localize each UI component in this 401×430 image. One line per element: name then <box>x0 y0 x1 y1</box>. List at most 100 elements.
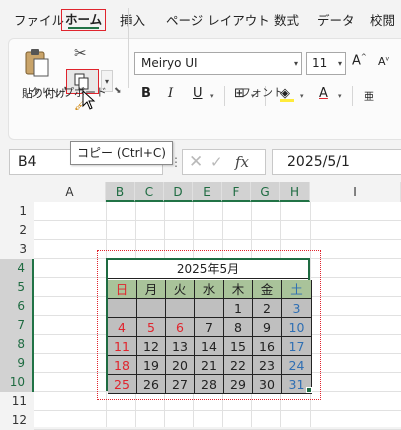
font-name-select[interactable]: Meiryo UI ▾ <box>134 52 302 75</box>
row-header-3[interactable]: 3 <box>0 240 34 259</box>
calendar-day[interactable]: 23 <box>253 356 282 375</box>
column-header-c[interactable]: C <box>135 182 164 202</box>
chevron-down-icon[interactable]: ▾ <box>210 92 214 100</box>
calendar-day[interactable]: 15 <box>224 337 253 356</box>
calendar-day[interactable]: 2 <box>253 299 282 318</box>
formula-buttons: ✕ ✓ fx <box>182 149 266 175</box>
calendar-day[interactable]: 27 <box>166 375 195 394</box>
scissors-icon[interactable]: ✂ <box>74 44 87 62</box>
check-icon[interactable]: ✓ <box>210 153 223 171</box>
weekday-header[interactable]: 日 <box>108 280 137 299</box>
clipboard-icon[interactable] <box>24 48 50 78</box>
calendar-day[interactable]: 4 <box>108 318 137 337</box>
calendar-day[interactable] <box>166 299 195 318</box>
chevron-down-icon[interactable]: ▾ <box>338 92 342 100</box>
font-grow-icon[interactable]: A^ <box>352 53 367 68</box>
row-header-10[interactable]: 10 <box>0 373 34 392</box>
row-header-12[interactable]: 12 <box>0 411 34 430</box>
tab-file[interactable]: ファイル <box>14 10 64 29</box>
column-header-f[interactable]: F <box>222 182 251 202</box>
calendar-day[interactable]: 13 <box>166 337 195 356</box>
row-header-5[interactable]: 5 <box>0 278 34 297</box>
tab-home[interactable]: ホーム <box>61 9 107 31</box>
ribbon-tabs: ファイル ホーム 挿入 ページ レイアウト 数式 データ 校閲 <box>0 0 401 38</box>
row-header-1[interactable]: 1 <box>0 202 34 221</box>
weekday-header[interactable]: 月 <box>137 280 166 299</box>
font-size-select[interactable]: 11 ▾ <box>306 52 346 75</box>
column-header-a[interactable]: A <box>34 182 106 202</box>
calendar-day[interactable]: 18 <box>108 356 137 375</box>
tab-formulas[interactable]: 数式 <box>274 10 299 29</box>
row-header-11[interactable]: 11 <box>0 392 34 411</box>
calendar-day[interactable]: 11 <box>108 337 137 356</box>
dialog-launcher-icon[interactable]: ⬊ <box>114 86 122 96</box>
calendar-day[interactable]: 9 <box>253 318 282 337</box>
calendar-day[interactable]: 30 <box>253 375 282 394</box>
weekday-header[interactable]: 金 <box>253 280 282 299</box>
calendar-day[interactable]: 5 <box>137 318 166 337</box>
calendar-day[interactable]: 24 <box>282 356 312 375</box>
row-header-4[interactable]: 4 <box>0 259 34 278</box>
column-header-e[interactable]: E <box>193 182 222 202</box>
column-header-d[interactable]: D <box>164 182 193 202</box>
row-header-7[interactable]: 7 <box>0 316 34 335</box>
weekday-header[interactable]: 火 <box>166 280 195 299</box>
row-header-6[interactable]: 6 <box>0 297 34 316</box>
function-icon[interactable]: fx <box>235 153 249 171</box>
weekday-header[interactable]: 水 <box>195 280 224 299</box>
calendar-day[interactable]: 21 <box>195 356 224 375</box>
calendar-day[interactable]: 29 <box>224 375 253 394</box>
italic-icon[interactable]: I <box>168 86 173 101</box>
weekday-header[interactable]: 木 <box>224 280 253 299</box>
column-header-h[interactable]: H <box>280 182 310 202</box>
chevron-down-icon[interactable]: ▾ <box>300 92 304 100</box>
calendar-day[interactable]: 19 <box>137 356 166 375</box>
tab-data[interactable]: データ <box>317 10 355 29</box>
clipboard-group-label: クリップボード <box>30 86 107 99</box>
column-header-b[interactable]: B <box>106 182 135 202</box>
calendar-day[interactable]: 16 <box>253 337 282 356</box>
calendar-day[interactable]: 3 <box>282 299 312 318</box>
calendar-day[interactable] <box>108 299 137 318</box>
column-header-i[interactable]: I <box>310 182 401 202</box>
bold-icon[interactable]: B <box>141 86 151 101</box>
tab-review[interactable]: 校閲 <box>370 10 395 29</box>
calendar-day[interactable]: 25 <box>108 375 137 394</box>
calendar-day[interactable]: 12 <box>137 337 166 356</box>
calendar-day[interactable]: 20 <box>166 356 195 375</box>
row-header-8[interactable]: 8 <box>0 335 34 354</box>
calendar-day[interactable]: 6 <box>166 318 195 337</box>
group-divider <box>128 8 129 88</box>
select-all-corner[interactable] <box>0 182 34 202</box>
tab-insert[interactable]: 挿入 <box>120 10 145 29</box>
gridline <box>34 410 401 411</box>
phonetic-icon[interactable]: 亜 <box>364 88 374 103</box>
calendar-day[interactable]: 14 <box>195 337 224 356</box>
calendar-day[interactable] <box>137 299 166 318</box>
cancel-icon[interactable]: ✕ <box>189 152 203 172</box>
fill-handle[interactable] <box>306 387 312 393</box>
calendar-day[interactable]: 1 <box>224 299 253 318</box>
underline-icon[interactable]: U <box>193 86 203 101</box>
calendar-day[interactable]: 26 <box>137 375 166 394</box>
row-header-2[interactable]: 2 <box>0 221 34 240</box>
calendar-day[interactable]: 8 <box>224 318 253 337</box>
calendar-day[interactable]: 28 <box>195 375 224 394</box>
tab-page-layout[interactable]: ページ レイアウト <box>166 10 270 29</box>
calendar-day[interactable] <box>195 299 224 318</box>
column-header-g[interactable]: G <box>251 182 280 202</box>
font-color-icon[interactable]: A <box>319 86 328 101</box>
gridline <box>34 220 401 221</box>
calendar-day[interactable]: 10 <box>282 318 312 337</box>
formula-input[interactable]: 2025/5/1 <box>272 149 401 175</box>
font-shrink-icon[interactable]: Av <box>378 55 389 68</box>
chevron-down-icon: ▾ <box>293 59 298 68</box>
divider <box>352 86 353 106</box>
calendar-day[interactable]: 17 <box>282 337 312 356</box>
copy-tooltip: コピー (Ctrl+C) <box>70 141 173 165</box>
calendar-table[interactable]: 2025年5月 日月火水木金土 1 2 3 4 5 6 7 8 9 10 11 12 13 14 15 16 17… <box>106 258 312 394</box>
calendar-day[interactable]: 7 <box>195 318 224 337</box>
row-header-9[interactable]: 9 <box>0 354 34 373</box>
calendar-day[interactable]: 22 <box>224 356 253 375</box>
weekday-header[interactable]: 土 <box>282 280 312 299</box>
